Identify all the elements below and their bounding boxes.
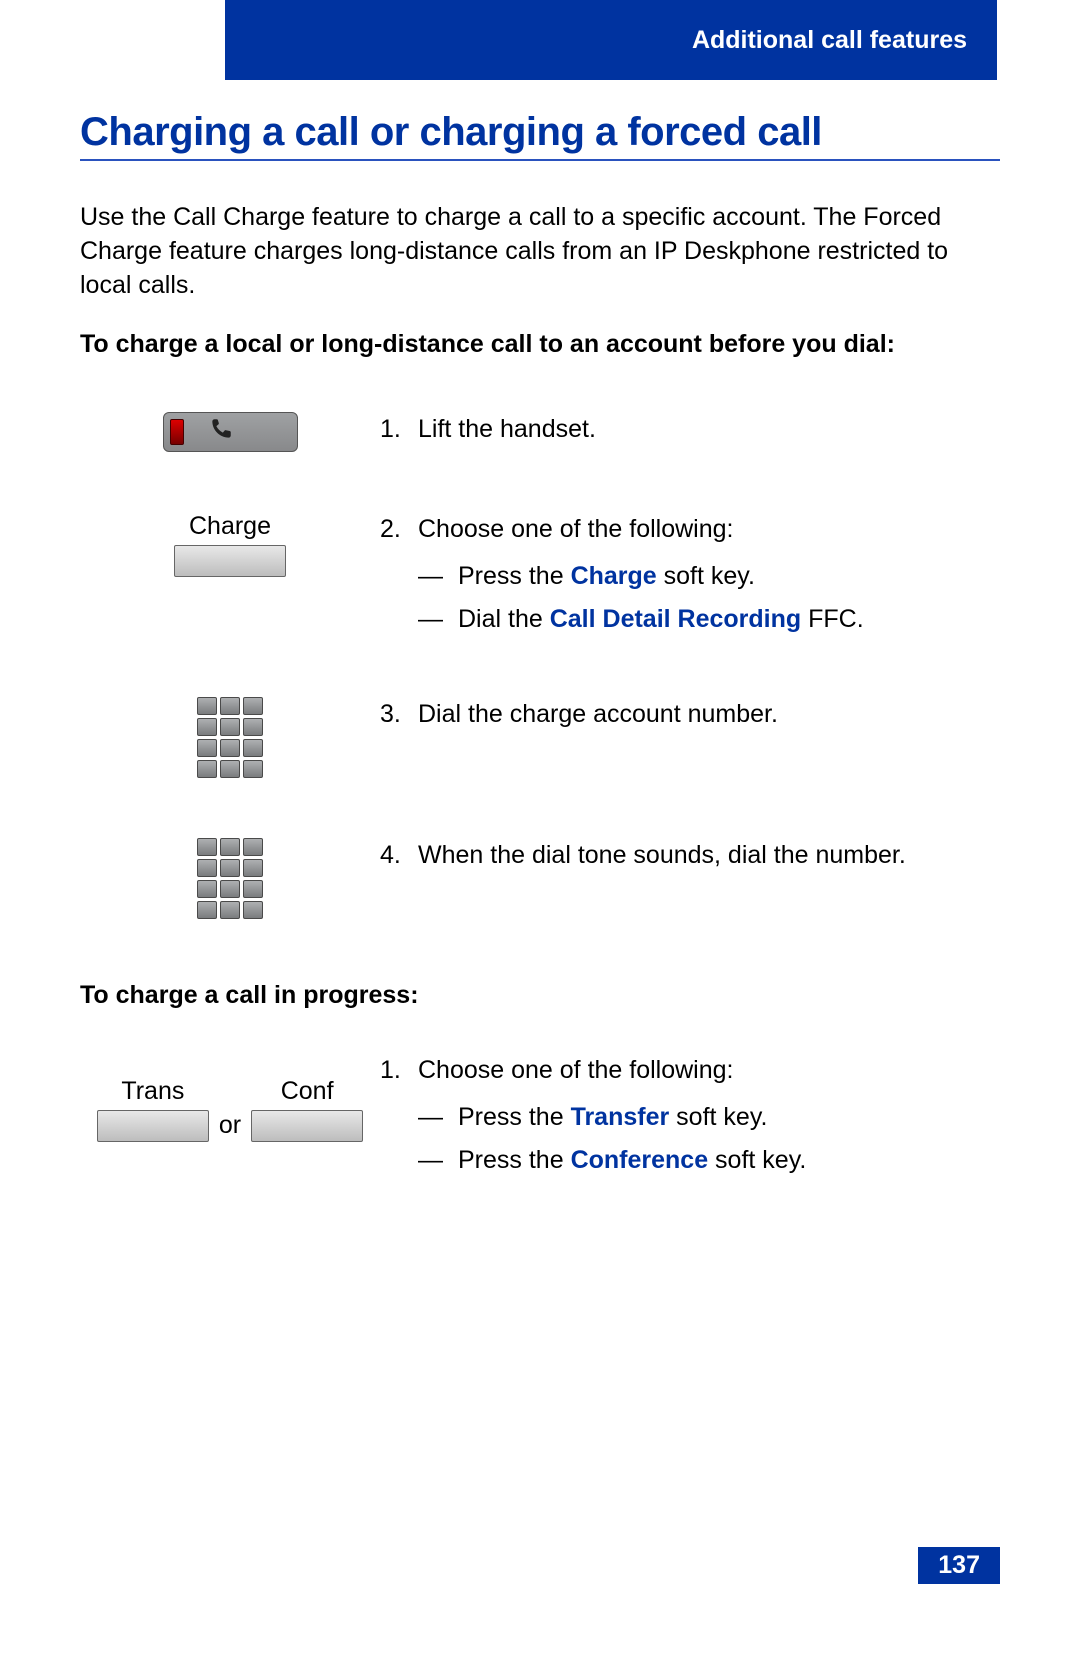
softkey-label: Charge	[189, 512, 271, 541]
dash-icon: —	[418, 602, 458, 637]
bullet-post: soft key.	[708, 1146, 806, 1174]
proc1-step-row: 4. When the dial tone sounds, dial the n…	[80, 838, 1000, 919]
step-text: Choose one of the following:	[418, 512, 734, 547]
softkey-button-icon	[251, 1110, 363, 1142]
softkey-button-icon	[174, 545, 286, 577]
handset-glyph-icon	[208, 416, 234, 449]
bullet-pre: Press the	[458, 1103, 571, 1131]
bullet-term: Charge	[571, 562, 657, 590]
keypad-icon	[197, 697, 263, 778]
page-title: Charging a call or charging a forced cal…	[80, 110, 1000, 161]
bullet-term: Transfer	[571, 1103, 670, 1131]
step-number: 1.	[380, 412, 418, 447]
proc1-step-row: 3. Dial the charge account number.	[80, 697, 1000, 778]
step-number: 3.	[380, 697, 418, 732]
trans-or-conf-icon: Trans or Conf	[97, 1077, 363, 1142]
handset-button-icon	[163, 412, 298, 452]
or-text: or	[219, 1111, 241, 1142]
procedure2-heading: To charge a call in progress:	[80, 979, 1000, 1013]
step-text: Dial the charge account number.	[418, 697, 778, 732]
bullet-line: — Press the Conference soft key.	[380, 1143, 1000, 1178]
step-number: 4.	[380, 838, 418, 873]
header-section-tab: Additional call features	[225, 0, 997, 80]
bullet-line: — Press the Transfer soft key.	[380, 1100, 1000, 1135]
page-number: 137	[938, 1551, 980, 1579]
softkey-charge-icon: Charge	[174, 512, 286, 577]
intro-paragraph: Use the Call Charge feature to charge a …	[80, 201, 1000, 302]
bullet-pre: Press the	[458, 1146, 571, 1174]
softkey-label: Trans	[121, 1077, 184, 1106]
bullet-term: Call Detail Recording	[550, 605, 801, 633]
header-section-text: Additional call features	[692, 26, 967, 55]
proc1-step-row: 1. Lift the handset.	[80, 412, 1000, 452]
keypad-icon	[197, 838, 263, 919]
bullet-pre: Dial the	[458, 605, 550, 633]
procedure1-heading: To charge a local or long-distance call …	[80, 328, 1000, 362]
page-number-badge: 137	[918, 1547, 1000, 1584]
step-number: 2.	[380, 512, 418, 547]
bullet-post: soft key.	[669, 1103, 767, 1131]
bullet-term: Conference	[571, 1146, 709, 1174]
softkey-label: Conf	[281, 1077, 334, 1106]
proc1-step-row: Charge 2. Choose one of the following: —…	[80, 512, 1000, 637]
led-indicator-icon	[170, 419, 184, 445]
bullet-pre: Press the	[458, 562, 571, 590]
step-text: Choose one of the following:	[418, 1053, 734, 1088]
bullet-line: — Press the Charge soft key.	[380, 559, 1000, 594]
bullet-post: FFC.	[801, 605, 864, 633]
step-number: 1.	[380, 1053, 418, 1088]
bullet-post: soft key.	[657, 562, 755, 590]
step-text: When the dial tone sounds, dial the numb…	[418, 838, 906, 873]
dash-icon: —	[418, 1143, 458, 1178]
proc2-step-row: Trans or Conf 1. Choose one of the follo…	[80, 1053, 1000, 1178]
bullet-line: — Dial the Call Detail Recording FFC.	[380, 602, 1000, 637]
softkey-button-icon	[97, 1110, 209, 1142]
dash-icon: —	[418, 1100, 458, 1135]
dash-icon: —	[418, 559, 458, 594]
step-text: Lift the handset.	[418, 412, 596, 447]
